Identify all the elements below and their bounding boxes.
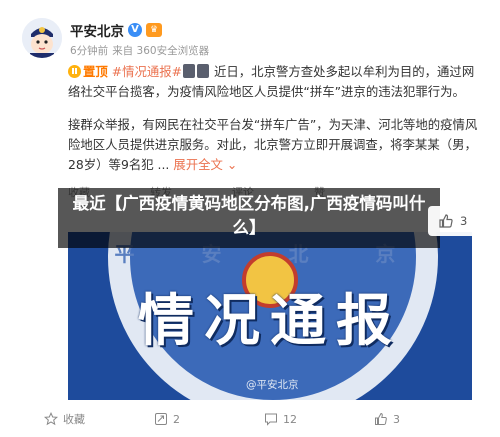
comment-icon [265,413,277,426]
image-watermark: @平安北京 [246,379,299,391]
post-header: 平安北京 V ♛ 6分钟前 来自 360安全浏览器 [22,18,482,62]
floating-like-count: 3 [460,214,468,228]
favorite-label: 收藏 [63,413,85,426]
hashtag-link[interactable]: #情况通报# [112,64,182,79]
post-time: 6分钟前 [70,45,109,57]
thumbs-up-icon [439,214,453,228]
avatar[interactable] [22,18,62,58]
expand-link[interactable]: 展开全文 ⌄ [173,157,237,172]
repost-count: 2 [173,412,180,426]
repost-button[interactable]: 2 [154,408,264,430]
post-body: 置顶 #情况通报# 近日，北京警方查处多起以牟利为目的，通过网络社交平台揽客，为… [68,62,478,188]
chevron-down-icon: ⌄ [222,157,238,172]
thumbs-up-icon [375,412,387,425]
title-overlay: 最近【广西疫情黄码地区分布图,广西疫情码叫什么】 [58,188,440,248]
comment-count: 12 [283,412,297,426]
bottom-action-bar: 收藏 2 12 3 [44,408,484,430]
post-meta: 6分钟前 来自 360安全浏览器 [70,43,209,58]
post-paragraph-2: 接群众举报，有网民在社交平台发“拼车广告”，为天津、河北等地的疫情风险地区人员提… [68,115,478,175]
verified-icon: V [128,23,142,37]
post-source: 来自 360安全浏览器 [112,45,210,57]
repost-icon [155,413,167,425]
post-paragraph-1: 置顶 #情况通报# 近日，北京警方查处多起以牟利为目的，通过网络社交平台揽客，为… [68,62,478,102]
like-count: 3 [393,412,400,426]
star-icon [44,412,58,426]
overlay-title: 最近【广西疫情黄码地区分布图,广西疫情码叫什么】 [72,194,426,237]
name-row: 平安北京 V ♛ [70,20,162,40]
emoji-icon [183,64,196,78]
post-image[interactable]: 平 安 北 京 情况通报 @平安北京 [68,232,472,400]
pin-label: 置顶 [83,64,108,79]
expand-label: 展开全文 [173,157,223,172]
floating-like-button[interactable]: 3 [428,206,486,236]
poster-main-text: 情况通报 [138,289,402,354]
paragraph-2-text: 接群众举报，有网民在社交平台发“拼车广告”，为天津、河北等地的疫情风险地区人员提… [68,117,478,172]
like-button[interactable]: 3 [374,408,484,430]
police-avatar-icon [22,18,62,58]
pin-icon [68,65,81,78]
account-name[interactable]: 平安北京 [70,20,124,40]
crown-icon: ♛ [146,23,162,37]
emoji-icon [197,64,210,78]
comment-button[interactable]: 12 [264,408,374,430]
favorite-button[interactable]: 收藏 [44,408,154,430]
